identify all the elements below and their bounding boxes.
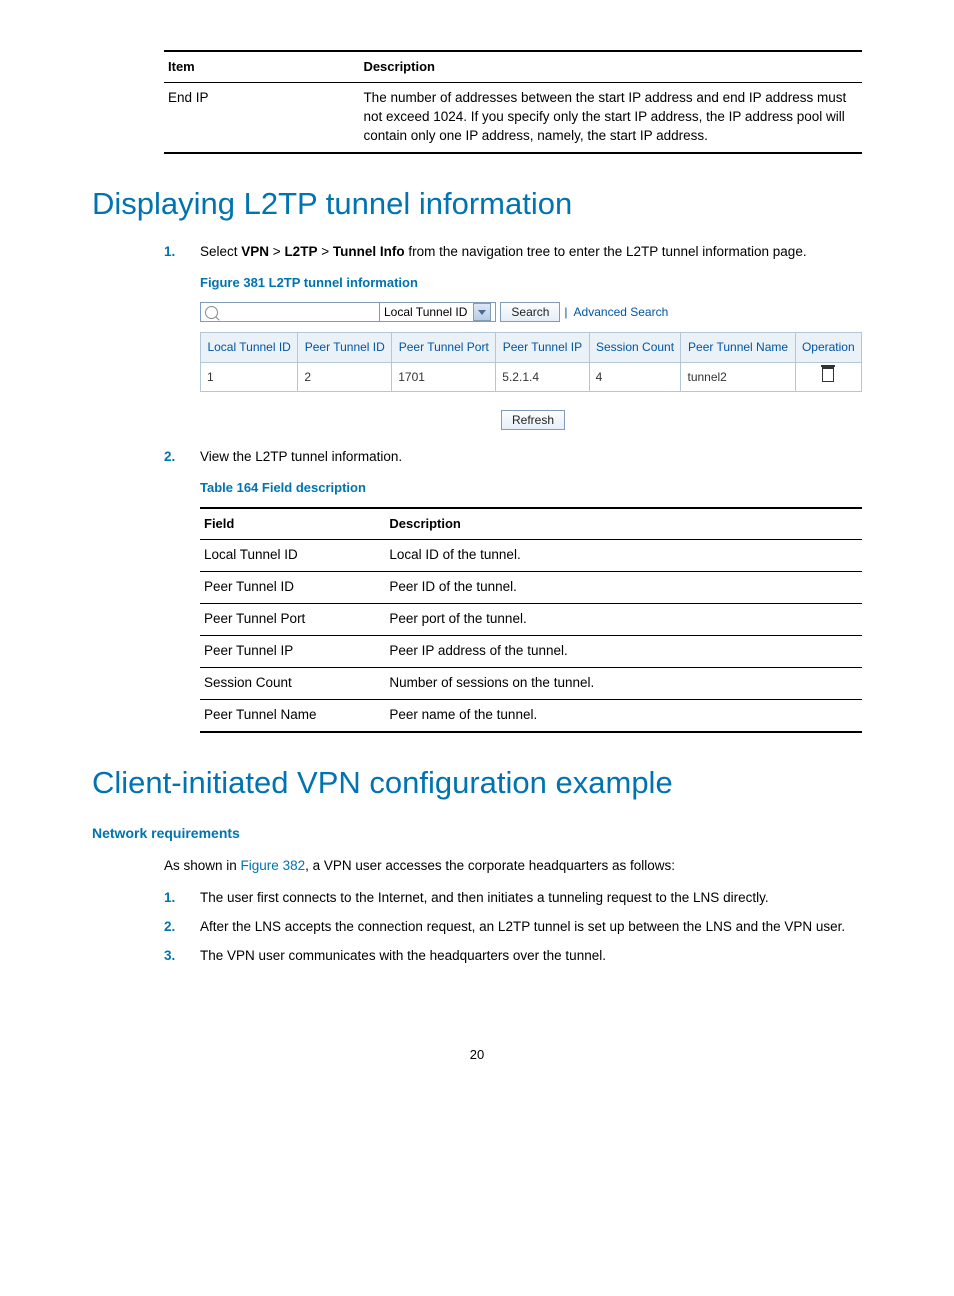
step-2: 2. View the L2TP tunnel information. Tab… xyxy=(164,448,862,733)
search-row: Local Tunnel ID Search | Advanced Search xyxy=(200,302,862,322)
step-1: 1. Select VPN > L2TP > Tunnel Info from … xyxy=(164,243,862,430)
subheading-network-requirements: Network requirements xyxy=(92,824,862,844)
figure-link[interactable]: Figure 382 xyxy=(241,858,306,873)
col-description: Description xyxy=(385,508,862,540)
figure-caption: Figure 381 L2TP tunnel information xyxy=(200,274,862,292)
step-1-text: Select VPN > L2TP > Tunnel Info from the… xyxy=(200,244,807,259)
search-icon xyxy=(205,306,218,319)
heading-displaying-l2tp: Displaying L2TP tunnel information xyxy=(92,182,862,225)
step-number: 1. xyxy=(164,889,175,908)
th-peer-tunnel-ip[interactable]: Peer Tunnel IP xyxy=(496,333,589,363)
trash-icon[interactable] xyxy=(822,367,834,382)
table-caption: Table 164 Field description xyxy=(200,479,862,497)
item-description-table: Item Description End IP The number of ad… xyxy=(164,50,862,154)
heading-client-initiated-vpn: Client-initiated VPN configuration examp… xyxy=(92,761,862,804)
tunnel-table: Local Tunnel ID Peer Tunnel ID Peer Tunn… xyxy=(200,332,862,392)
th-session-count[interactable]: Session Count xyxy=(589,333,681,363)
net-step-1: 1. The user first connects to the Intern… xyxy=(164,889,862,908)
step-number: 2. xyxy=(164,918,175,937)
table-row: 1 2 1701 5.2.1.4 4 tunnel2 xyxy=(201,363,862,392)
step-number: 3. xyxy=(164,947,175,966)
col-item: Item xyxy=(164,51,359,83)
chevron-down-icon xyxy=(473,303,491,321)
cell-item: End IP xyxy=(164,83,359,153)
field-description-table: Field Description Local Tunnel IDLocal I… xyxy=(200,507,862,733)
th-peer-tunnel-port[interactable]: Peer Tunnel Port xyxy=(392,333,496,363)
page-number: 20 xyxy=(92,1046,862,1064)
step-2-text: View the L2TP tunnel information. xyxy=(200,449,402,464)
refresh-button[interactable]: Refresh xyxy=(501,410,565,430)
step-number: 1. xyxy=(164,243,175,262)
th-operation[interactable]: Operation xyxy=(795,333,861,363)
th-peer-tunnel-id[interactable]: Peer Tunnel ID xyxy=(298,333,392,363)
step-number: 2. xyxy=(164,448,175,467)
intro-text: As shown in Figure 382, a VPN user acces… xyxy=(164,857,862,876)
search-input[interactable] xyxy=(200,302,380,322)
th-local-tunnel-id[interactable]: Local Tunnel ID xyxy=(201,333,298,363)
col-description: Description xyxy=(359,51,862,83)
search-button[interactable]: Search xyxy=(500,302,560,322)
col-field: Field xyxy=(200,508,385,540)
net-step-2: 2. After the LNS accepts the connection … xyxy=(164,918,862,937)
filter-select[interactable]: Local Tunnel ID xyxy=(379,302,496,322)
filter-select-label: Local Tunnel ID xyxy=(384,304,467,321)
advanced-search-link[interactable]: Advanced Search xyxy=(574,304,669,321)
th-peer-tunnel-name[interactable]: Peer Tunnel Name xyxy=(681,333,795,363)
net-step-3: 3. The VPN user communicates with the he… xyxy=(164,947,862,966)
cell-desc: The number of addresses between the star… xyxy=(359,83,862,153)
